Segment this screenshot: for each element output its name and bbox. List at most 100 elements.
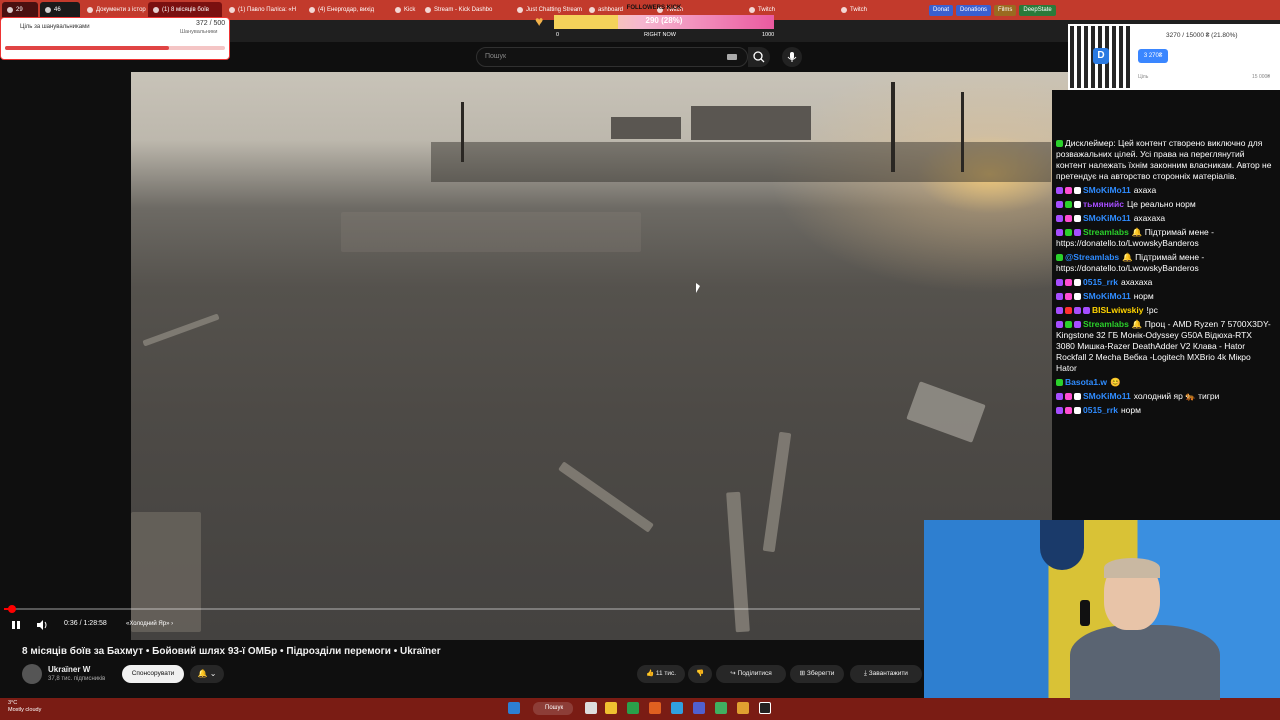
browser-tab[interactable]: Документи з історії [82,2,146,18]
chat-list: Дисклеймер: Цей контент створено виключн… [1056,138,1272,419]
debris [906,381,986,443]
browser-tab[interactable]: (1) Павло Паліса: «Н [224,2,302,18]
chat-username[interactable]: тьмянийс [1083,199,1124,209]
browser-tab[interactable]: (4) Енергодар, вихід [304,2,388,18]
chat-username[interactable]: SMoKiMo11 [1083,213,1131,223]
chat-badge-icon [1056,379,1063,386]
browser-tab[interactable]: Stream - Kick Dashbo [420,2,510,18]
tab-label: (1) 8 місяців боїв [162,7,209,13]
dislike-button[interactable]: 👎 [688,665,712,683]
tab-label: Документи з історії [96,7,146,13]
debris [131,512,201,632]
chat-badge-icon [1056,215,1063,222]
tab-favicon-icon [395,7,401,13]
download-button[interactable]: ⤓ Завантажити [850,665,922,683]
progress-bar[interactable] [4,608,920,610]
app-icon[interactable] [715,702,727,714]
house-silhouette [691,106,811,140]
chat-badge-icon [1074,279,1081,286]
chat-message: SMoKiMo11 холодний яр 🐅 тигри [1056,391,1272,402]
bookmark-donations[interactable]: Donations [956,4,992,16]
firefox-icon[interactable] [649,702,661,714]
bookmark-deepstate[interactable]: DeepState [1019,4,1056,16]
mouse-cursor [696,283,700,293]
sponsor-button[interactable]: Спонсорувати [122,665,184,683]
chat-username[interactable]: @Streamlabs [1065,252,1119,262]
followers-min: 0 [556,32,560,38]
progress-knob[interactable] [8,605,17,613]
chat-badge-icon [1065,229,1072,236]
share-button[interactable]: ↪ Поділитися [716,665,786,683]
followers-max: 1000 [762,32,775,38]
like-button[interactable]: 👍 11 тис. [637,665,685,683]
start-icon[interactable] [508,702,520,714]
chat-text: норм [1133,291,1154,301]
browser-icon[interactable] [627,702,639,714]
browser-tab[interactable]: 46 [40,2,80,18]
chat-username[interactable]: SMoKiMo11 [1083,185,1131,195]
obs-icon[interactable] [759,702,771,714]
search-button[interactable] [748,47,770,67]
chat-username[interactable]: SMoKiMo11 [1083,391,1131,401]
weather-widget[interactable]: 3°C Mostly cloudy [8,700,41,714]
fan-goal-bar-fill [5,46,169,50]
heart-icon: ♥ [535,13,544,29]
headphones [1080,600,1090,626]
chat-message: 0515_rrk норм [1056,405,1272,416]
mic-button[interactable] [782,47,802,67]
chat-username[interactable]: 0515_rrk [1083,277,1118,287]
chat-message: @Streamlabs 🔔 Підтримай мене - https://do… [1056,252,1272,274]
chat-badge-icon [1056,254,1063,261]
chapter-button[interactable]: «Холодний Яр» › [126,621,173,627]
discord-icon[interactable] [693,702,705,714]
chat-message: Streamlabs 🔔 Проц - AMD Ryzen 7 5700X3DY-… [1056,319,1272,374]
tab-label: 29 [16,7,23,13]
channel-name[interactable]: Ukraїner W [48,665,90,674]
chat-badge-icon [1083,307,1090,314]
notifications-button[interactable]: 🔔 ⌄ [190,665,224,683]
browser-tab[interactable]: Twitch [836,2,926,18]
mic-icon [787,52,797,62]
save-button[interactable]: ⊞ Зберегти [790,665,844,683]
tab-favicon-icon [517,7,523,13]
flag-emblem [1040,520,1084,570]
chat-badge-icon [1074,393,1081,400]
tab-label: (4) Енергодар, вихід [318,7,375,13]
browser-tab[interactable]: 29 [2,2,38,18]
bookmark-films[interactable]: Films [994,4,1017,16]
chat-username[interactable]: Streamlabs [1083,227,1129,237]
chat-text: !pc [1146,305,1158,315]
chat-username[interactable]: BISLwiwskiy [1092,305,1144,315]
chat-username[interactable]: Basota1.w [1065,377,1107,387]
chat-badge-icon [1056,307,1063,314]
taskbar-search[interactable]: Пошук [533,702,573,715]
volume-icon[interactable] [36,620,48,630]
channel-avatar[interactable] [22,664,42,684]
chat-message: BISLwiwskiy !pc [1056,305,1272,316]
tab-favicon-icon [87,7,93,13]
search-input[interactable]: Пошук [476,47,748,67]
chat-username[interactable]: Streamlabs [1083,319,1129,329]
donation-max: 15 000₴ [1252,74,1271,80]
chat-username[interactable]: 0515_rrk [1083,405,1118,415]
search-icon [753,51,765,63]
telegram-icon[interactable] [671,702,683,714]
taskview-icon[interactable] [585,702,597,714]
chat-badge-icon [1074,229,1081,236]
browser-tab[interactable]: Kick [390,2,418,18]
bookmark-donat[interactable]: Donat [929,4,954,16]
chat-badge-icon [1074,407,1081,414]
video-title: 8 місяців боїв за Бахмут • Бойовий шлях … [22,646,441,657]
chat-badge-icon [1065,407,1072,414]
pause-icon[interactable] [11,620,21,630]
chat-message: SMoKiMo11 норм [1056,291,1272,302]
chat-badge-icon [1065,215,1072,222]
keyboard-icon[interactable] [727,54,737,60]
chat-badge-icon [1056,393,1063,400]
donation-progress-text: 3270 / 15000 ₴ (21.80%) [1166,32,1238,39]
browser-tab[interactable]: (1) 8 місяців боїв [148,2,222,18]
fan-goal-sub: Шанувальники [180,29,218,35]
folder-icon[interactable] [605,702,617,714]
chat-username[interactable]: SMoKiMo11 [1083,291,1131,301]
chrome-icon[interactable] [737,702,749,714]
